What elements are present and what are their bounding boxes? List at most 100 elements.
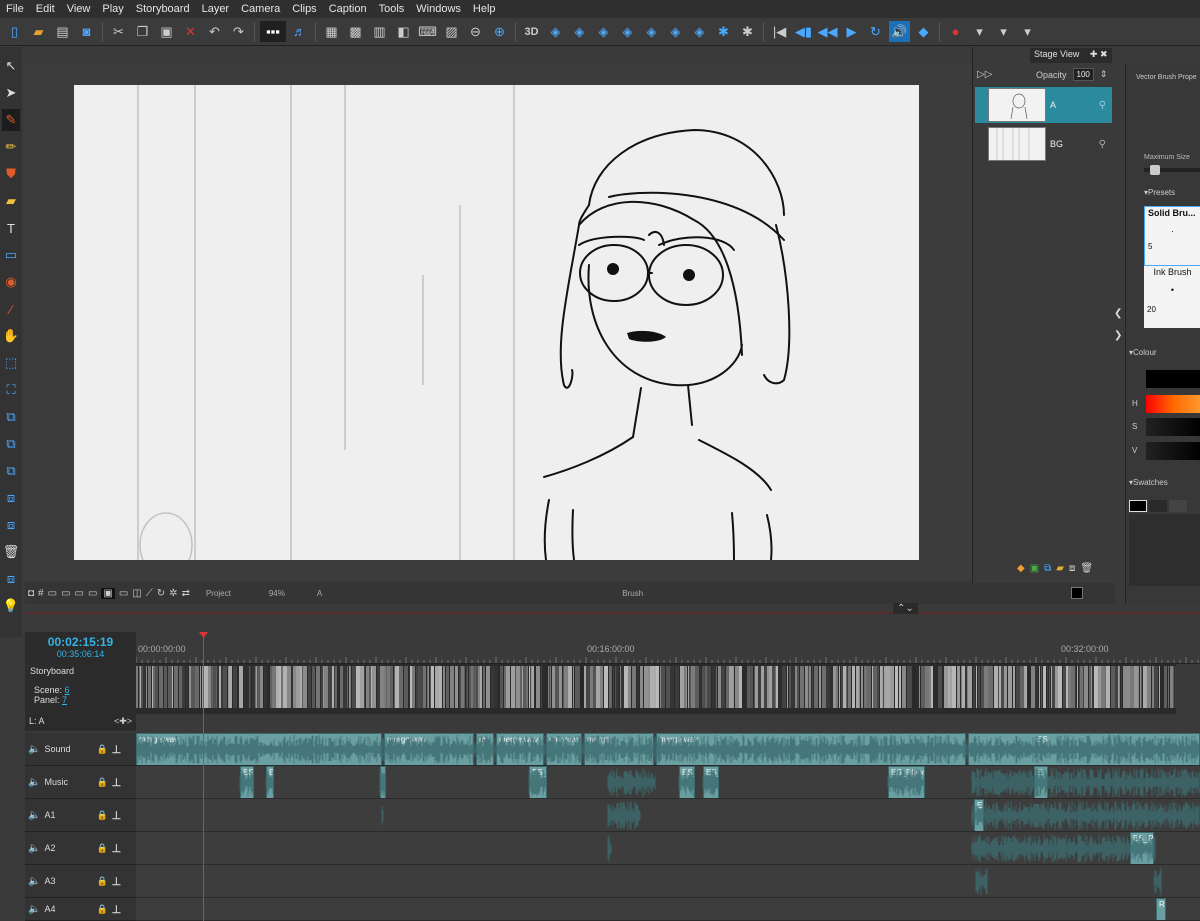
layer-row-a[interactable]: A ⚲ xyxy=(975,87,1112,123)
track-type-icon[interactable]: ⊥ xyxy=(112,903,122,916)
max-size-slider-handle[interactable] xyxy=(1150,165,1160,175)
save-icon[interactable]: ◙ xyxy=(76,21,97,42)
track-type-icon[interactable]: ⊥ xyxy=(112,743,122,756)
copy-icon[interactable]: ❐ xyxy=(132,21,153,42)
open-project-icon[interactable]: ▰ xyxy=(28,21,49,42)
stage-view-tab[interactable]: Stage View ✚ ✖ xyxy=(1030,48,1112,63)
stamp-tool-icon[interactable]: ⛊ xyxy=(2,163,20,185)
flip-view-icon[interactable]: ⇄ xyxy=(182,588,190,599)
swatch-gray[interactable] xyxy=(1169,500,1187,512)
new-sequence-icon[interactable]: ✱ xyxy=(713,21,734,42)
current-color-swatch[interactable] xyxy=(1071,587,1084,599)
zoom-in-icon[interactable]: ⊕ xyxy=(489,21,510,42)
duplicate-panel-icon[interactable]: ◈ xyxy=(593,21,614,42)
swatch-dark-gray[interactable] xyxy=(1149,500,1167,512)
swatches-section-label[interactable]: ▾Swatches xyxy=(1129,478,1168,487)
mute-speaker-icon[interactable]: 🔈 xyxy=(28,843,40,854)
track-type-icon[interactable]: ⊥ xyxy=(112,842,122,855)
insert-panel-icon[interactable]: ◈ xyxy=(569,21,590,42)
layer-transform-icon[interactable]: ⧉ xyxy=(2,433,20,455)
cut-icon[interactable]: ✂ xyxy=(108,21,129,42)
drawing-canvas[interactable] xyxy=(74,85,919,560)
camera-frame-icon[interactable]: ◫ xyxy=(132,588,141,599)
eraser-tool-icon[interactable]: ▰ xyxy=(2,190,20,212)
lightbulb-icon[interactable]: 💡 xyxy=(2,595,20,617)
loop-icon[interactable]: ↻ xyxy=(865,21,886,42)
track-lane-a1[interactable]: E xyxy=(136,799,1200,832)
lock-icon[interactable]: 🔒 xyxy=(96,876,107,887)
close-view-icon[interactable]: ✖ xyxy=(1100,49,1108,59)
lock-icon[interactable]: 🔒 xyxy=(96,843,107,854)
previous-scene-icon[interactable]: ◀◀ xyxy=(817,21,838,42)
select-tool-icon[interactable]: ↖ xyxy=(2,55,20,77)
previous-panel-icon[interactable]: ◀▮ xyxy=(793,21,814,42)
camera-preview-icon[interactable]: ◆ xyxy=(913,21,934,42)
grid-view-icon[interactable]: ▦ xyxy=(321,21,342,42)
split-panel-icon[interactable]: ◈ xyxy=(617,21,638,42)
menu-file[interactable]: File xyxy=(0,3,30,15)
add-layer-tool-icon[interactable]: ⧈ xyxy=(2,514,20,536)
mute-speaker-icon[interactable]: 🔈 xyxy=(28,810,40,821)
lock-icon[interactable]: 🔒 xyxy=(96,777,107,788)
menu-clips[interactable]: Clips xyxy=(286,3,322,15)
layer-library-icon[interactable]: ⧈ xyxy=(1069,563,1075,574)
menu-camera[interactable]: Camera xyxy=(235,3,286,15)
zoom-out-icon[interactable]: ⊖ xyxy=(465,21,486,42)
camera-selector[interactable]: Project xyxy=(206,589,231,598)
thumbnails-view-icon[interactable]: ▪▪▪ xyxy=(260,21,286,42)
menu-windows[interactable]: Windows xyxy=(410,3,467,15)
lock-icon[interactable]: 🔒 xyxy=(96,904,107,915)
record-icon[interactable]: ● xyxy=(945,21,966,42)
3d-icon[interactable]: 3D xyxy=(521,21,542,42)
stage-view-icon[interactable]: ◧ xyxy=(393,21,414,42)
frame-icon[interactable]: ▣ xyxy=(101,587,115,599)
paint-tool-icon[interactable]: ◉ xyxy=(2,271,20,293)
swatch-black[interactable] xyxy=(1129,500,1147,512)
reposition-tool-icon[interactable]: ⧉ xyxy=(2,406,20,428)
add-scene-icon[interactable]: ◈ xyxy=(689,21,710,42)
draw-behind-icon[interactable]: ⟋ xyxy=(146,588,153,599)
library-icon[interactable]: ▨ xyxy=(441,21,462,42)
layer-panel-collapse-icon[interactable]: ▷▷ xyxy=(977,69,992,80)
resolution-icon[interactable]: ▭ xyxy=(119,588,128,599)
current-colour-swatch[interactable] xyxy=(1146,370,1200,388)
horizontal-view-icon[interactable]: ▥ xyxy=(369,21,390,42)
layer-visibility-icon[interactable]: ⚲ xyxy=(1099,139,1106,150)
delete-layer-icon[interactable]: 🗑 xyxy=(1080,563,1093,574)
mute-speaker-icon[interactable]: 🔈 xyxy=(28,876,40,887)
delete-icon[interactable]: ✕ xyxy=(180,21,201,42)
menu-play[interactable]: Play xyxy=(96,3,129,15)
toolbar-dropdown-3-icon[interactable]: ▾ xyxy=(1017,21,1038,42)
pencil-tool-icon[interactable]: ✏ xyxy=(2,136,20,158)
storyboard-panels-strip[interactable] xyxy=(136,664,1176,714)
menu-tools[interactable]: Tools xyxy=(373,3,411,15)
properties-collapse-left-icon[interactable]: ❮ xyxy=(1114,308,1122,319)
add-group-icon[interactable]: ⧉ xyxy=(1044,563,1051,574)
layer-visibility-icon[interactable]: ⚲ xyxy=(1099,100,1106,111)
lock-icon[interactable]: 🔒 xyxy=(96,810,107,821)
shape-tool-icon[interactable]: ▭ xyxy=(2,244,20,266)
cutter-tool-icon[interactable]: ⬚ xyxy=(2,352,20,374)
lock-icon[interactable]: 🔒 xyxy=(96,744,107,755)
sound-scrubbing-icon[interactable]: ♬ xyxy=(289,21,310,42)
properties-collapse-right-icon[interactable]: ❯ xyxy=(1114,330,1122,341)
play-icon[interactable]: ▶ xyxy=(841,21,862,42)
brush-tool-icon[interactable]: ✎ xyxy=(2,109,20,131)
perspective-tool-icon[interactable]: ⛶ xyxy=(2,379,20,401)
camera-tool-icon[interactable]: ⧉ xyxy=(2,460,20,482)
guides-icon[interactable]: ▭ xyxy=(61,588,70,599)
track-type-icon[interactable]: ⊥ xyxy=(112,809,122,822)
track-type-icon[interactable]: ⊥ xyxy=(112,875,122,888)
menu-layer[interactable]: Layer xyxy=(196,3,236,15)
first-frame-icon[interactable]: |◀ xyxy=(769,21,790,42)
menu-caption[interactable]: Caption xyxy=(323,3,373,15)
add-view-icon[interactable]: ✚ xyxy=(1090,49,1098,59)
panel-view-icon[interactable]: ▩ xyxy=(345,21,366,42)
presets-section-label[interactable]: ▾Presets xyxy=(1144,188,1175,197)
transform-tool-icon[interactable]: ➤ xyxy=(2,82,20,104)
colour-section-label[interactable]: ▾Colour xyxy=(1129,348,1157,357)
rotate-view-icon[interactable]: ↻ xyxy=(157,588,165,599)
hue-slider[interactable] xyxy=(1146,395,1200,413)
tv-safe-icon[interactable]: ▭ xyxy=(88,588,97,599)
menu-storyboard[interactable]: Storyboard xyxy=(130,3,196,15)
